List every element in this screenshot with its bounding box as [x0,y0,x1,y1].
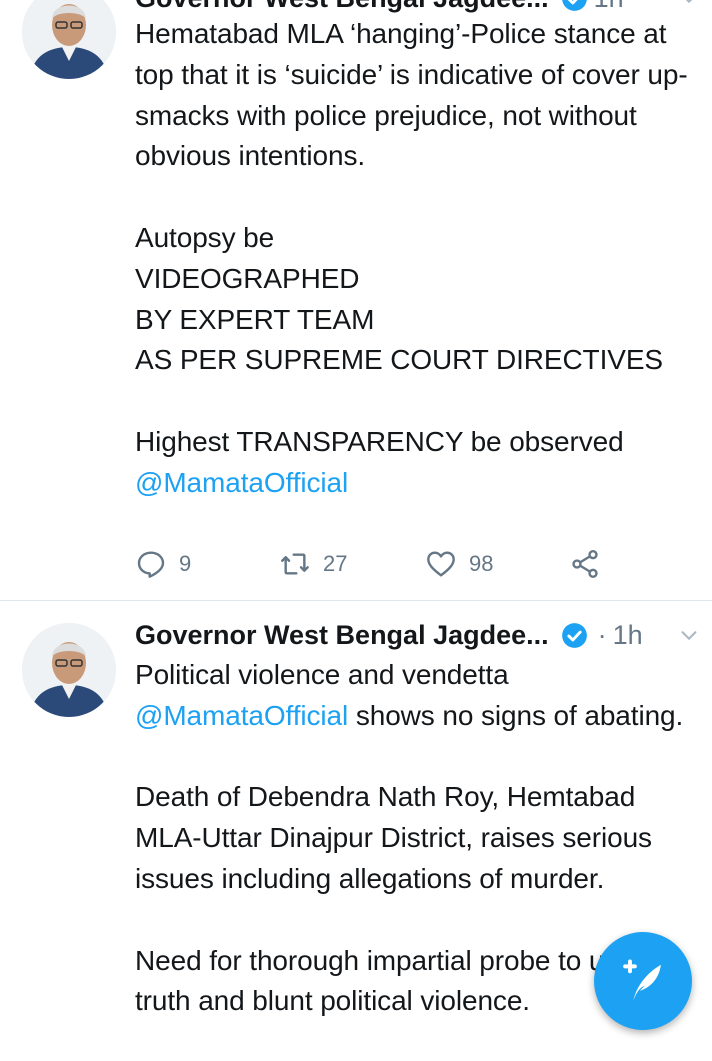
retweet-icon [281,553,309,575]
mention-link[interactable]: @MamataOfficial [135,700,348,731]
retweet-button[interactable]: 27 [279,548,347,580]
reply-count: 9 [179,551,192,576]
separator-dot: · [597,619,607,650]
author-name[interactable]: Governor West Bengal Jagdee... [135,0,549,14]
heart-icon [427,551,455,577]
timestamp: 1h [594,0,624,14]
reply-button[interactable]: 9 [135,548,191,580]
mention-link[interactable]: @MamataOfficial [135,467,348,498]
retweet-count: 27 [323,551,348,576]
tweet[interactable]: Governor West Bengal Jagdee... 1h Hemata… [0,0,712,600]
tweet-text: Hematabad MLA ‘hanging’-Police stance at… [135,14,698,504]
like-count: 98 [469,551,494,576]
like-button[interactable]: 98 [425,548,493,580]
chevron-down-icon[interactable] [678,0,700,9]
reply-icon [137,551,165,578]
chevron-down-icon[interactable] [678,624,700,646]
tweet-text-intro: Political violence and vendetta [135,659,509,690]
share-button[interactable] [569,548,601,580]
share-icon [572,550,598,578]
tweet-text-content: Hematabad MLA ‘hanging’-Police stance at… [135,18,688,457]
avatar[interactable] [22,623,116,717]
timestamp: 1h [612,619,643,650]
avatar[interactable] [22,0,116,79]
verified-badge-icon [561,0,587,11]
compose-tweet-button[interactable] [594,932,692,1030]
tweet-header: Governor West Bengal Jagdee... · 1h [135,615,700,655]
tweet-actions: 9 27 98 [135,548,615,580]
author-name[interactable]: Governor West Bengal Jagdee... [135,620,549,651]
verified-badge-icon [561,622,587,648]
compose-tweet-icon [623,959,661,1001]
